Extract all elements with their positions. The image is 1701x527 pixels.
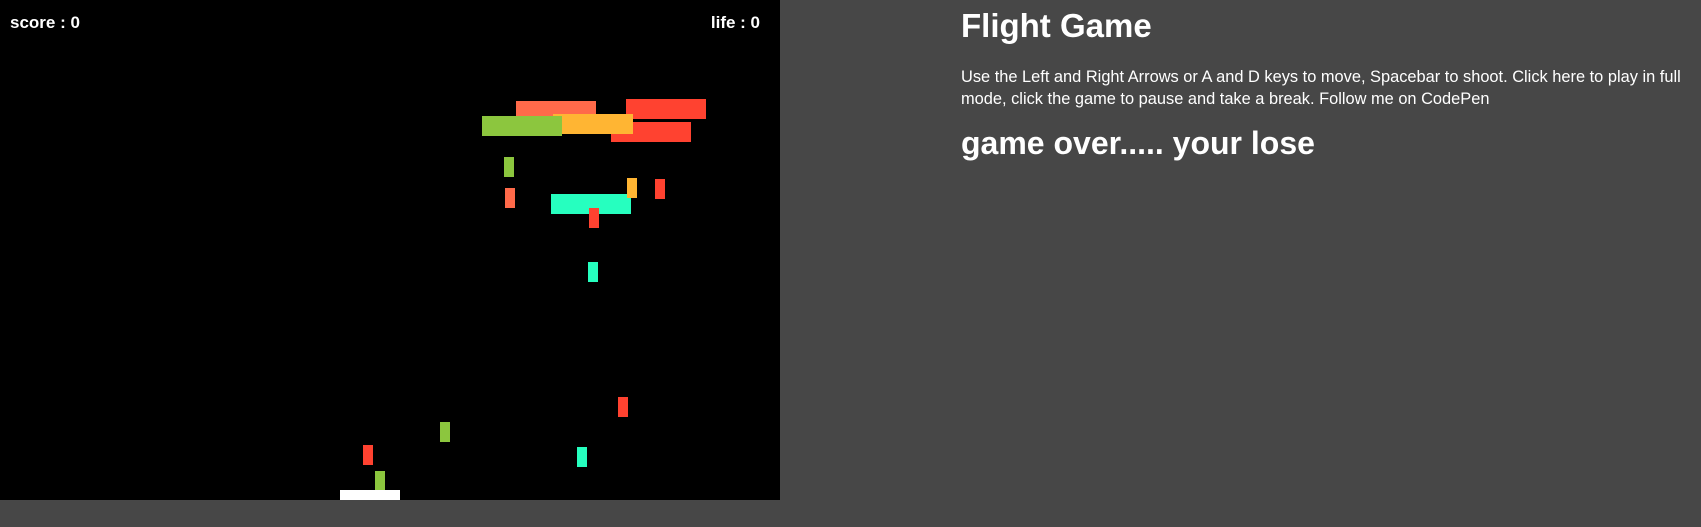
- player-ship: [340, 490, 400, 500]
- projectile: [363, 445, 373, 465]
- life-display: life : 0: [710, 13, 760, 32]
- enemy-block: [626, 99, 706, 119]
- projectile: [375, 471, 385, 491]
- projectile: [627, 178, 637, 198]
- game-status-message: game over..... your lose: [961, 125, 1315, 161]
- projectile: [440, 422, 450, 442]
- projectile: [505, 188, 515, 208]
- projectile: [577, 447, 587, 467]
- projectile: [588, 262, 598, 282]
- projectile: [589, 208, 599, 228]
- page: score : 0 life : 0 Flight Game Use the L…: [0, 0, 1701, 527]
- score-display: score : 0: [10, 13, 80, 32]
- projectile: [504, 157, 514, 177]
- page-title: Flight Game: [961, 7, 1152, 44]
- projectile: [655, 179, 665, 199]
- enemy-block: [482, 116, 562, 136]
- projectile: [618, 397, 628, 417]
- enemy-block: [553, 114, 633, 134]
- info-panel: Flight Game Use the Left and Right Arrow…: [961, 0, 1701, 162]
- instructions-text[interactable]: Use the Left and Right Arrows or A and D…: [961, 66, 1701, 110]
- game-canvas[interactable]: score : 0 life : 0: [0, 0, 780, 500]
